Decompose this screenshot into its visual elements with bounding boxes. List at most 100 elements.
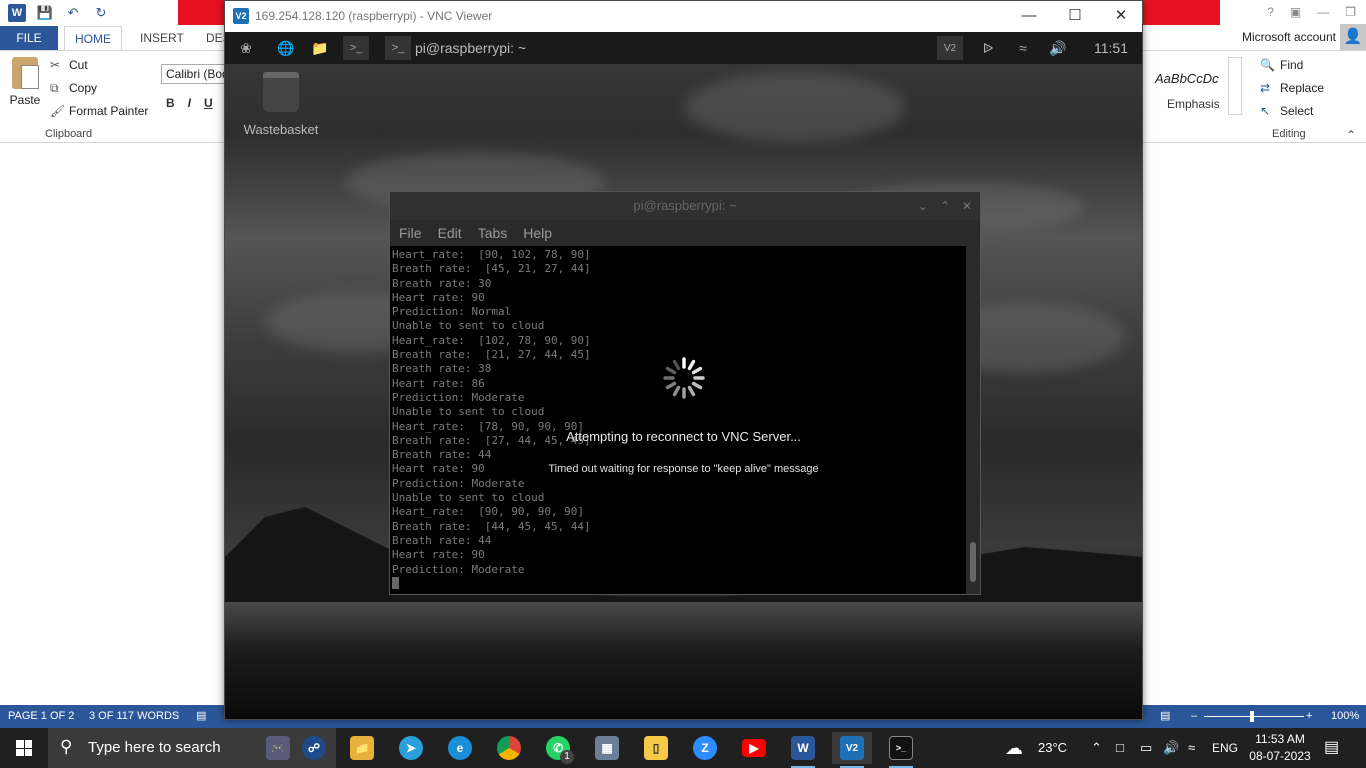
page-count[interactable]: PAGE 1 OF 2 [8, 705, 74, 728]
taskbar-app-sticky-notes[interactable]: ▯ [636, 732, 676, 764]
format-painter-button[interactable]: 🖌 Format Painter [50, 101, 148, 121]
layout-icon[interactable]: ▤ [1160, 705, 1170, 728]
taskbar-app-chrome[interactable] [489, 732, 529, 764]
terminal-output[interactable]: Heart_rate: [90, 102, 78, 90] Breath rate… [390, 246, 966, 594]
taskbar-app-terminal[interactable]: >_ [881, 732, 921, 768]
start-button[interactable] [0, 728, 48, 768]
wastebasket-desktop-icon[interactable]: Wastebasket [239, 72, 323, 137]
headset-icon: ☍ [302, 736, 326, 760]
tab-insert[interactable]: INSERT [130, 26, 194, 50]
terminal-line: Breath rate: 44 [392, 448, 492, 462]
help-icon[interactable]: ? [1267, 5, 1274, 19]
paste-button[interactable]: Paste [8, 57, 42, 107]
terminal-menu-tabs[interactable]: Tabs [478, 225, 508, 241]
pi-clock[interactable]: 11:51 [1094, 32, 1128, 64]
word-count[interactable]: 3 OF 117 WORDS [89, 705, 179, 728]
zoom-in-icon[interactable]: + [1306, 705, 1312, 728]
weather-icon[interactable]: ☁ [1005, 728, 1023, 768]
copy-button[interactable]: ⧉ Copy [50, 78, 97, 98]
vnc-close-icon[interactable]: ✕ [1098, 1, 1144, 32]
format-painter-label: Format Painter [69, 104, 149, 118]
weather-temperature[interactable]: 23°C [1038, 728, 1067, 768]
underline-button[interactable]: U [204, 96, 213, 110]
taskbar-app-assistant[interactable]: ☍ [294, 732, 334, 764]
vnc-server-icon[interactable]: V2 [937, 36, 963, 60]
taskbar-app-game[interactable]: 🎮 [258, 732, 298, 764]
taskbar-app-calculator[interactable]: ▦ [587, 732, 627, 764]
italic-button[interactable]: I [188, 96, 191, 110]
terminal-menu-help[interactable]: Help [523, 225, 552, 241]
terminal-prompt-line[interactable] [392, 576, 964, 593]
zoom-slider-track[interactable] [1204, 716, 1304, 717]
vnc-minimize-icon[interactable]: — [1006, 1, 1052, 32]
terminal-maximize-icon[interactable]: ⌃ [940, 192, 950, 220]
volume-icon[interactable]: 🔊 [1045, 36, 1071, 60]
save-icon[interactable]: 💾 [36, 4, 54, 22]
terminal-menu-file[interactable]: File [399, 225, 422, 241]
collapse-ribbon-icon[interactable]: ⌃ [1346, 128, 1356, 142]
taskbar-app-word[interactable]: W [783, 732, 823, 768]
zoom-out-icon[interactable]: – [1191, 705, 1197, 728]
minimize-icon[interactable]: — [1317, 5, 1329, 19]
taskbar-app-zoom[interactable]: Z [685, 732, 725, 764]
taskbar-app-youtube[interactable]: ▶ [734, 732, 774, 764]
cut-button[interactable]: ✂ Cut [50, 55, 88, 75]
raspberry-pi-desktop[interactable]: ❀ 🌐 📁 >_ >_ pi@raspberrypi: ~ V2 ᐉ ≈ 🔊 1… [225, 32, 1142, 719]
show-hidden-icons-icon[interactable]: ⌃ [1091, 728, 1102, 768]
gamepad-icon: 🎮 [266, 736, 290, 760]
vnc-window-title: 169.254.128.120 (raspberrypi) - VNC View… [255, 9, 493, 23]
avatar[interactable]: 👤 [1340, 24, 1366, 50]
system-clock[interactable]: 11:53 AM 08-07-2023 [1245, 731, 1315, 765]
taskbar-app-telegram[interactable]: ➤ [391, 732, 431, 764]
ribbon-display-icon[interactable]: ▣ [1290, 5, 1301, 19]
restore-icon[interactable]: ❐ [1345, 5, 1356, 19]
terminal-task-icon[interactable]: >_ [385, 36, 411, 60]
zoom-slider-knob[interactable] [1250, 711, 1254, 722]
word-title-controls: ? ▣ — ❐ [1267, 0, 1366, 24]
pi-terminal-task[interactable]: pi@raspberrypi: ~ [415, 32, 526, 64]
style-sample[interactable]: AaBbCcDc [1155, 71, 1219, 86]
taskbar-app-file-explorer[interactable]: 📁 [342, 732, 382, 764]
tab-home[interactable]: HOME [64, 26, 122, 51]
browser-icon[interactable]: 🌐 [273, 36, 299, 60]
meet-now-icon[interactable]: □ [1116, 728, 1124, 768]
file-manager-icon[interactable]: 📁 [307, 36, 333, 60]
network-icon[interactable]: ≈ [1188, 728, 1195, 768]
bluetooth-icon[interactable]: ᐉ [975, 36, 1001, 60]
terminal-scroll-thumb[interactable] [970, 542, 976, 582]
taskbar-app-edge[interactable]: e [440, 732, 480, 764]
terminal-scrollbar[interactable] [967, 246, 980, 594]
speaker-icon[interactable]: 🔊 [1163, 728, 1179, 768]
find-button[interactable]: 🔍 Find [1260, 55, 1303, 75]
account-menu[interactable]: Microsoft account [1242, 26, 1336, 48]
zoom-level[interactable]: 100% [1331, 705, 1359, 728]
styles-scrollbar[interactable] [1228, 57, 1242, 115]
terminal-menu-edit[interactable]: Edit [438, 225, 462, 241]
proofing-icon[interactable]: ▤ [196, 705, 206, 728]
terminal-line: Heart_rate: [90, 90, 90, 90] [392, 505, 585, 519]
raspberry-icon[interactable]: ❀ [233, 36, 259, 60]
bold-button[interactable]: B [166, 96, 175, 110]
terminal-line: Breath rate: [45, 21, 27, 44] [392, 262, 591, 276]
sky-cloud [685, 72, 905, 142]
tab-file[interactable]: FILE [0, 26, 58, 50]
terminal-close-icon[interactable]: ✕ [962, 192, 972, 220]
notifications-icon[interactable]: ▤ [1324, 728, 1339, 768]
terminal-icon[interactable]: >_ [343, 36, 369, 60]
wifi-icon[interactable]: ≈ [1010, 36, 1036, 60]
word-app-icon: W [8, 4, 26, 22]
battery-icon[interactable]: ▭ [1140, 728, 1152, 768]
redo-icon[interactable]: ↻ [92, 4, 110, 22]
style-name[interactable]: Emphasis [1167, 97, 1220, 111]
taskbar-app-vnc-viewer[interactable]: V2 [832, 732, 872, 768]
vnc-maximize-icon[interactable]: ☐ [1052, 1, 1098, 32]
terminal-window-controls: ⌄ ⌃ ✕ [918, 192, 972, 220]
replace-button[interactable]: ⇄ Replace [1260, 78, 1324, 98]
language-indicator[interactable]: ENG [1212, 728, 1238, 768]
terminal-line: Heart_rate: [102, 78, 90, 90] [392, 333, 591, 347]
font-name-box[interactable]: Calibri (Bod [161, 64, 227, 84]
terminal-minimize-icon[interactable]: ⌄ [918, 192, 928, 220]
undo-icon[interactable]: ↶ [64, 4, 82, 22]
taskbar-app-whatsapp[interactable]: ✆ 1 [538, 732, 578, 764]
select-button[interactable]: ↖ Select [1260, 101, 1313, 121]
